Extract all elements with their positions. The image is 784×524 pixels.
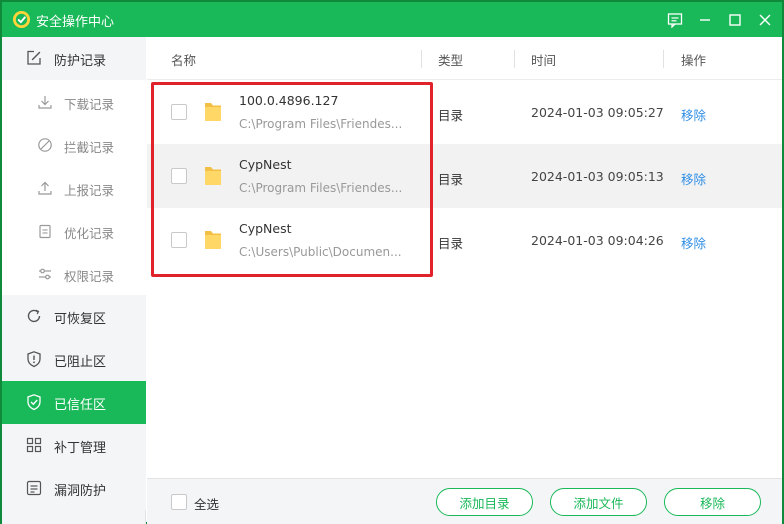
protection-records-submenu: 下载记录 拦截记录 上报记录 优化记录 权限记录: [2, 80, 146, 295]
sidebar-subitem-label: 权限记录: [64, 269, 115, 284]
restore-icon: [27, 309, 41, 323]
upload-icon: [38, 181, 52, 195]
row-checkbox[interactable]: [171, 232, 187, 248]
shield-alert-icon: [27, 351, 41, 368]
sidebar-item-label: 防护记录: [54, 54, 107, 69]
download-icon: [38, 96, 52, 109]
remove-link[interactable]: 移除: [681, 233, 706, 252]
column-header-action: 操作: [681, 53, 707, 68]
sidebar-subitem-permissions[interactable]: 权限记录: [2, 252, 146, 295]
maximize-icon: [729, 13, 741, 26]
table-header: 名称 类型 时间 操作: [147, 37, 782, 80]
maximize-button[interactable]: [720, 2, 750, 37]
entry-name: 100.0.4896.127: [239, 93, 339, 108]
minimize-button[interactable]: [690, 2, 720, 37]
sidebar-subitem-optimization[interactable]: 优化记录: [2, 209, 146, 252]
add-directory-button[interactable]: 添加目录: [436, 488, 533, 516]
sidebar-item-vulnerability-protection[interactable]: 漏洞防护: [2, 467, 146, 510]
column-header-name[interactable]: 名称: [171, 50, 196, 69]
entry-name: CypNest: [239, 157, 292, 172]
title-bar: 安全操作中心: [2, 2, 782, 37]
close-icon: [759, 14, 771, 25]
app-logo-icon: [12, 10, 31, 29]
sidebar-subitem-label: 下载记录: [64, 97, 115, 112]
table-row[interactable]: 100.0.4896.127 C:\Program Files\Friendes…: [147, 80, 782, 144]
entry-path: C:\Program Files\Friendes...: [239, 117, 403, 131]
edit-icon: [27, 50, 41, 65]
select-all-checkbox[interactable]: [171, 494, 187, 510]
footer-toolbar: 全选 添加目录 添加文件 移除: [147, 478, 782, 524]
select-all-label[interactable]: 全选: [194, 494, 219, 513]
sidebar-subitem-downloads[interactable]: 下载记录: [2, 80, 146, 123]
sidebar: 防护记录 下载记录 拦截记录 上报记录 优化记录 权限记录 可恢复区 已阻止区 …: [2, 37, 146, 524]
sidebar-subitem-label: 拦截记录: [64, 140, 115, 155]
feedback-icon: [667, 12, 683, 28]
sidebar-item-label: 补丁管理: [54, 441, 107, 456]
table-row[interactable]: CypNest C:\Users\Public\Documen... 目录 20…: [147, 208, 782, 272]
sidebar-item-label: 已阻止区: [54, 355, 107, 370]
close-button[interactable]: [750, 2, 780, 37]
remove-button[interactable]: 移除: [664, 488, 761, 516]
sidebar-subitem-reports[interactable]: 上报记录: [2, 166, 146, 209]
sliders-icon: [39, 268, 51, 280]
feedback-button[interactable]: [660, 2, 690, 37]
add-file-button[interactable]: 添加文件: [550, 488, 647, 516]
block-icon: [38, 138, 52, 152]
shield-check-icon: [27, 394, 41, 411]
sidebar-item-protection-records[interactable]: 防护记录: [2, 37, 146, 80]
entry-path: C:\Users\Public\Documen...: [239, 245, 402, 259]
column-divider: [514, 50, 515, 68]
sidebar-subitem-label: 上报记录: [64, 183, 115, 198]
folder-icon: [205, 167, 221, 185]
entry-time: 2024-01-03 09:05:13: [531, 169, 664, 184]
bug-shield-icon: [26, 480, 42, 496]
minimize-icon: [700, 18, 710, 21]
remove-link[interactable]: 移除: [681, 169, 706, 188]
column-header-time[interactable]: 时间: [531, 50, 556, 69]
trusted-zone-panel: 名称 类型 时间 操作 100.0.4896.127 C:\Program Fi…: [147, 37, 782, 524]
security-center-window: 安全操作中心 防护记录 下载记录 拦截记录 上报记录 优化记录 权限记录 可恢复…: [0, 0, 784, 524]
sidebar-item-recoverable[interactable]: 可恢复区: [2, 295, 146, 338]
entry-name: CypNest: [239, 221, 292, 236]
table-row[interactable]: CypNest C:\Program Files\Friendes... 目录 …: [147, 144, 782, 208]
entry-type: 目录: [438, 108, 464, 123]
column-header-type[interactable]: 类型: [438, 50, 463, 69]
entry-time: 2024-01-03 09:05:27: [531, 105, 664, 120]
sidebar-item-blocked-zone[interactable]: 已阻止区: [2, 338, 146, 381]
row-checkbox[interactable]: [171, 104, 187, 120]
column-divider: [663, 50, 664, 68]
column-divider: [421, 50, 422, 68]
grid-icon: [26, 437, 42, 453]
sidebar-subitem-label: 优化记录: [64, 226, 115, 241]
sidebar-item-label: 可恢复区: [54, 312, 107, 327]
folder-icon: [205, 231, 221, 249]
remove-link[interactable]: 移除: [681, 105, 706, 124]
folder-icon: [205, 103, 221, 121]
sidebar-item-label: 漏洞防护: [54, 484, 107, 499]
clipboard-icon: [39, 224, 51, 239]
sidebar-item-trusted-zone[interactable]: 已信任区: [2, 381, 146, 424]
sidebar-subitem-blocked[interactable]: 拦截记录: [2, 123, 146, 166]
entry-type: 目录: [438, 172, 464, 187]
entry-type: 目录: [438, 236, 464, 251]
sidebar-item-label: 已信任区: [54, 398, 107, 413]
entry-time: 2024-01-03 09:04:26: [531, 233, 664, 248]
row-checkbox[interactable]: [171, 168, 187, 184]
window-title: 安全操作中心: [36, 15, 115, 30]
entry-path: C:\Program Files\Friendes...: [239, 181, 403, 195]
sidebar-item-patch-management[interactable]: 补丁管理: [2, 424, 146, 467]
